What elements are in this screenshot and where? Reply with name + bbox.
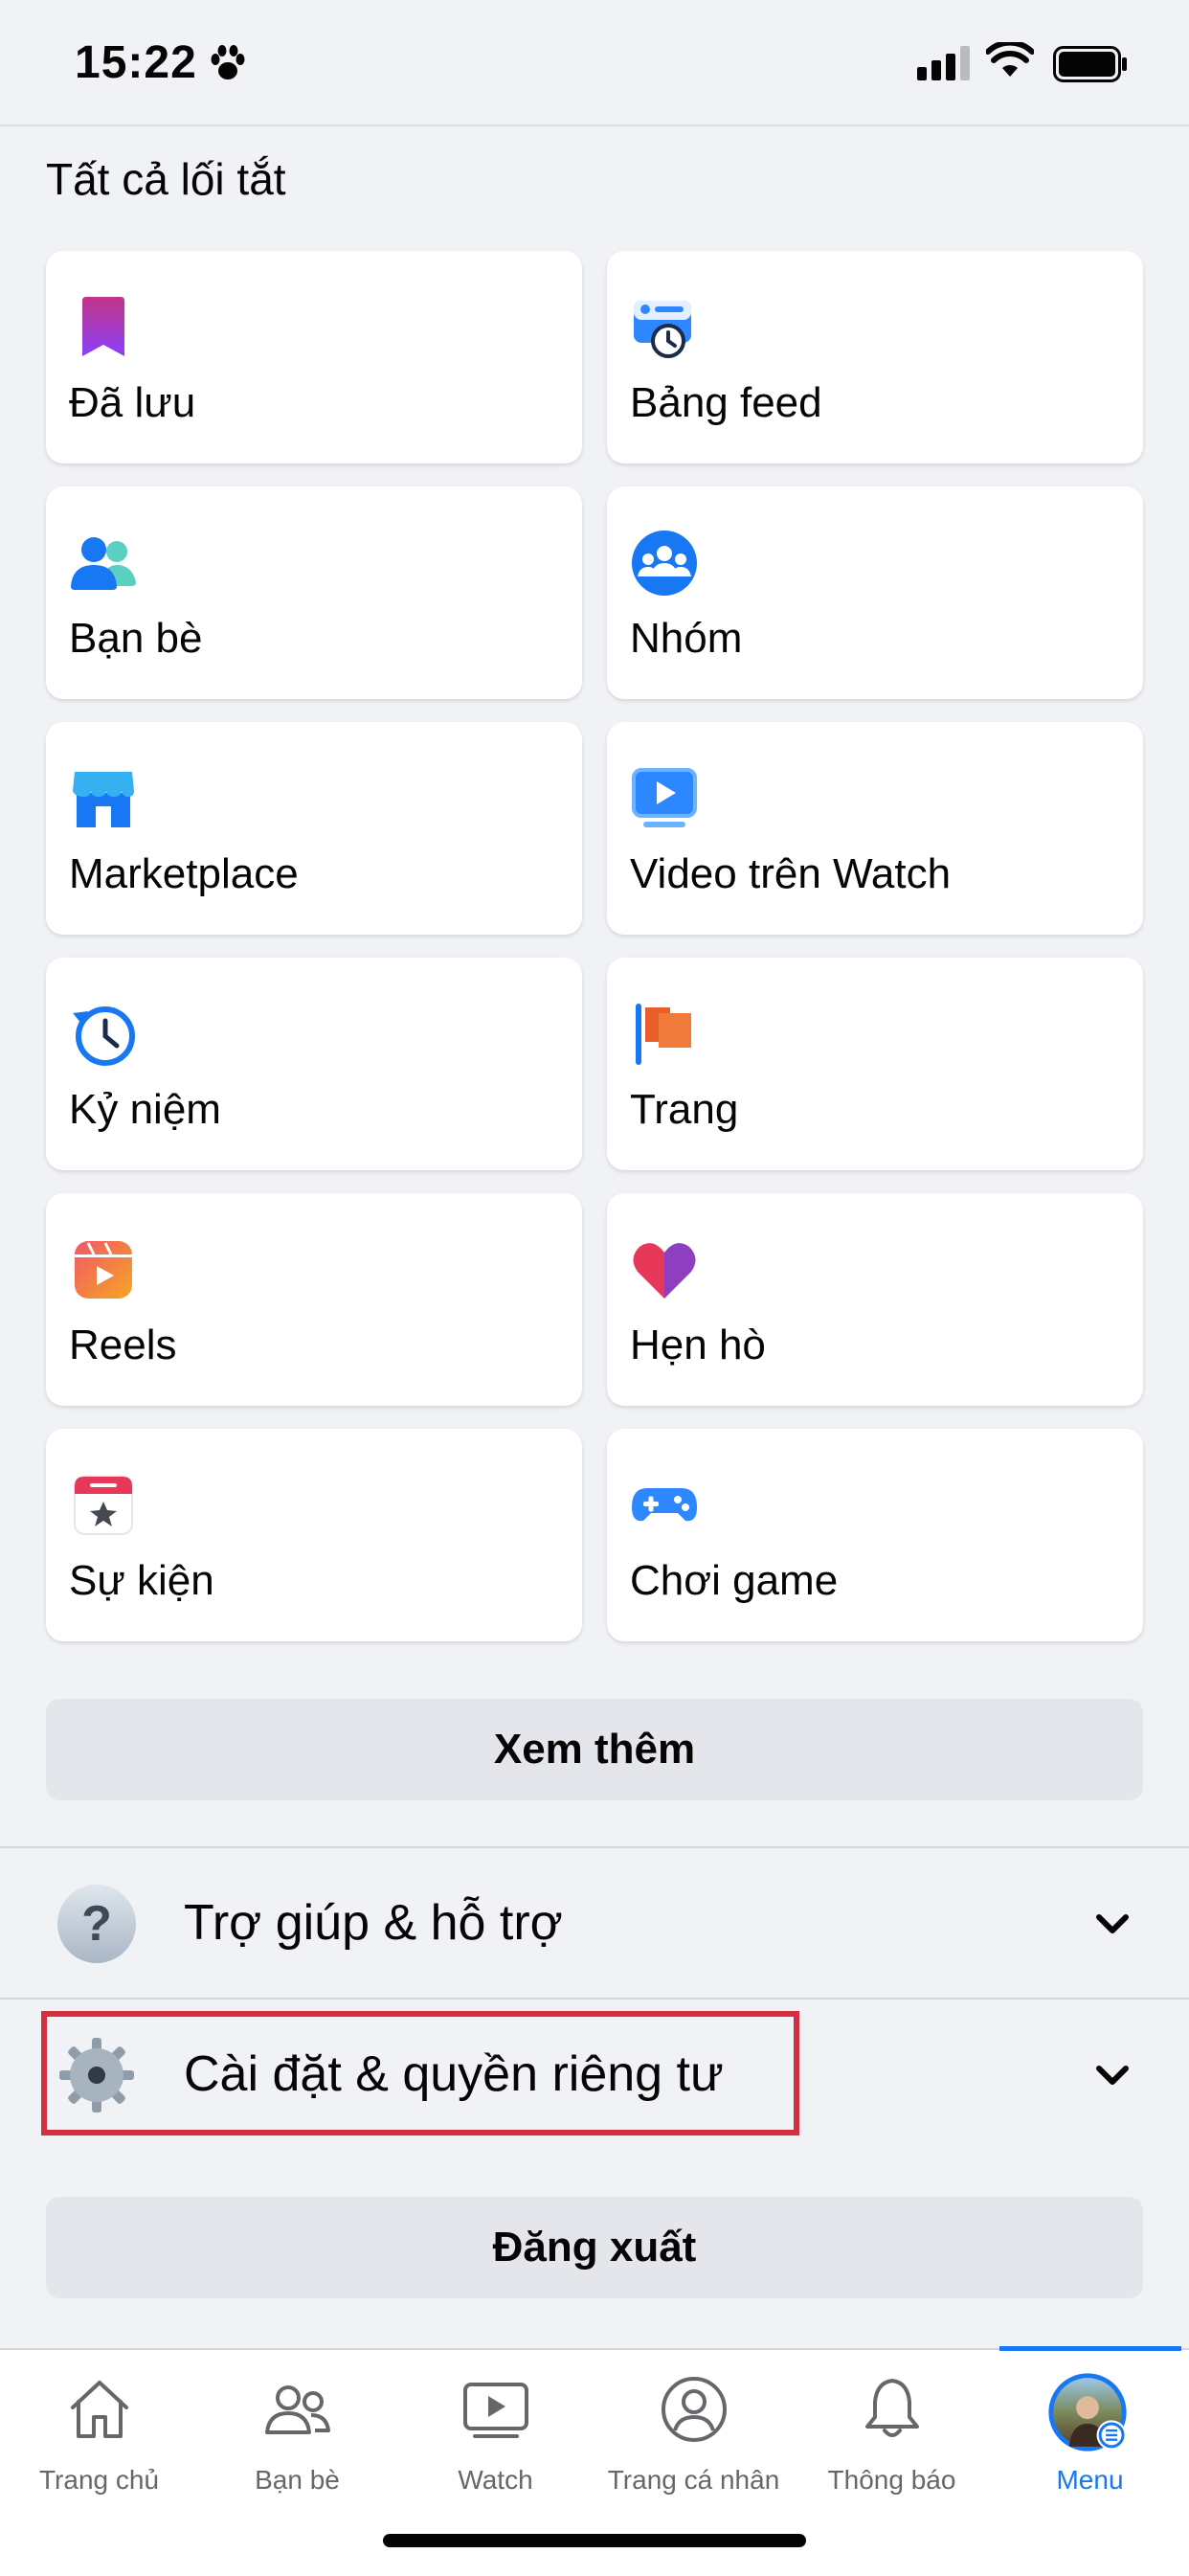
help-support-row[interactable]: ? Trợ giúp & hỗ trợ bbox=[0, 1850, 1189, 1998]
shortcut-label: Reels bbox=[69, 1322, 177, 1368]
tab-menu[interactable]: Menu bbox=[991, 2350, 1189, 2576]
shortcut-label: Bạn bè bbox=[69, 615, 203, 662]
shortcut-marketplace[interactable]: Marketplace bbox=[46, 722, 582, 935]
shortcut-friends[interactable]: Bạn bè bbox=[46, 486, 582, 699]
shortcut-saved[interactable]: Đã lưu bbox=[46, 251, 582, 463]
friends-icon bbox=[71, 537, 136, 590]
shortcut-gaming[interactable]: Chơi game bbox=[607, 1429, 1143, 1641]
tab-label: Watch bbox=[458, 2465, 533, 2495]
tab-home[interactable]: Trang chủ bbox=[0, 2350, 198, 2576]
chevron-down-icon bbox=[1096, 1914, 1129, 1933]
home-icon bbox=[71, 2381, 128, 2438]
see-more-button[interactable]: Xem thêm bbox=[46, 1699, 1143, 1800]
shortcut-label: Sự kiện bbox=[69, 1557, 214, 1604]
shortcuts-title: Tất cả lối tắt bbox=[46, 154, 286, 204]
shortcut-memories[interactable]: Kỷ niệm bbox=[46, 958, 582, 1170]
wifi-icon bbox=[986, 42, 1034, 77]
shortcut-events[interactable]: Sự kiện bbox=[46, 1429, 582, 1641]
shortcut-dating[interactable]: Hẹn hò bbox=[607, 1193, 1143, 1406]
tab-label: Bạn bè bbox=[255, 2465, 340, 2495]
tab-friends[interactable]: Bạn bè bbox=[198, 2350, 396, 2576]
divider bbox=[0, 1846, 1189, 1848]
status-time: 15:22 bbox=[75, 37, 197, 88]
help-support-label: Trợ giúp & hỗ trợ bbox=[184, 1895, 563, 1951]
shortcut-label: Bảng feed bbox=[630, 379, 822, 426]
shortcut-watch[interactable]: Video trên Watch bbox=[607, 722, 1143, 935]
battery-icon bbox=[1053, 46, 1127, 82]
divider bbox=[0, 1998, 1189, 2000]
shortcut-label: Đã lưu bbox=[69, 379, 196, 426]
shortcut-label: Kỷ niệm bbox=[69, 1086, 221, 1133]
shortcut-groups[interactable]: Nhóm bbox=[607, 486, 1143, 699]
tab-label: Thông báo bbox=[827, 2465, 956, 2495]
groups-icon bbox=[632, 531, 697, 596]
watch-icon bbox=[463, 2383, 528, 2438]
bookmark-icon bbox=[82, 297, 124, 356]
feed-clock-icon bbox=[634, 301, 691, 358]
tab-label: Trang cá nhân bbox=[607, 2465, 780, 2495]
shortcut-reels[interactable]: Reels bbox=[46, 1193, 582, 1406]
bell-icon bbox=[865, 2379, 919, 2437]
shortcut-label: Chơi game bbox=[630, 1557, 839, 1604]
events-calendar-icon bbox=[74, 1476, 133, 1535]
status-bar: 15:22 bbox=[0, 0, 1189, 126]
shortcut-pages[interactable]: Trang bbox=[607, 958, 1143, 1170]
shortcut-label: Hẹn hò bbox=[630, 1322, 766, 1368]
marketplace-store-icon bbox=[73, 772, 134, 827]
shortcut-label: Trang bbox=[630, 1086, 739, 1133]
tab-label: Trang chủ bbox=[38, 2465, 160, 2495]
friends-outline-icon bbox=[265, 2385, 330, 2434]
chevron-down-icon bbox=[1096, 2066, 1129, 2085]
memories-clock-icon bbox=[73, 1006, 135, 1066]
shortcut-label: Marketplace bbox=[69, 850, 299, 897]
gaming-controller-icon bbox=[632, 1488, 697, 1522]
shortcut-feeds[interactable]: Bảng feed bbox=[607, 251, 1143, 463]
pages-flag-icon bbox=[636, 1004, 691, 1065]
watch-video-icon bbox=[632, 768, 697, 827]
logout-button[interactable]: Đăng xuất bbox=[46, 2197, 1143, 2298]
paw-icon bbox=[211, 45, 245, 79]
question-icon: ? bbox=[57, 1885, 136, 1963]
cellular-signal-icon bbox=[917, 46, 970, 80]
reels-icon bbox=[75, 1241, 132, 1299]
tab-notifications[interactable]: Thông báo bbox=[793, 2350, 991, 2576]
shortcut-label: Nhóm bbox=[630, 615, 743, 662]
tab-label: Menu bbox=[1056, 2465, 1124, 2495]
dating-heart-icon bbox=[633, 1243, 696, 1299]
shortcut-label: Video trên Watch bbox=[630, 850, 952, 897]
settings-highlight-box bbox=[41, 2011, 799, 2135]
avatar-menu-icon bbox=[1048, 2373, 1127, 2452]
home-indicator bbox=[383, 2534, 806, 2547]
svg-text:?: ? bbox=[81, 1896, 112, 1952]
profile-icon bbox=[662, 2377, 727, 2442]
